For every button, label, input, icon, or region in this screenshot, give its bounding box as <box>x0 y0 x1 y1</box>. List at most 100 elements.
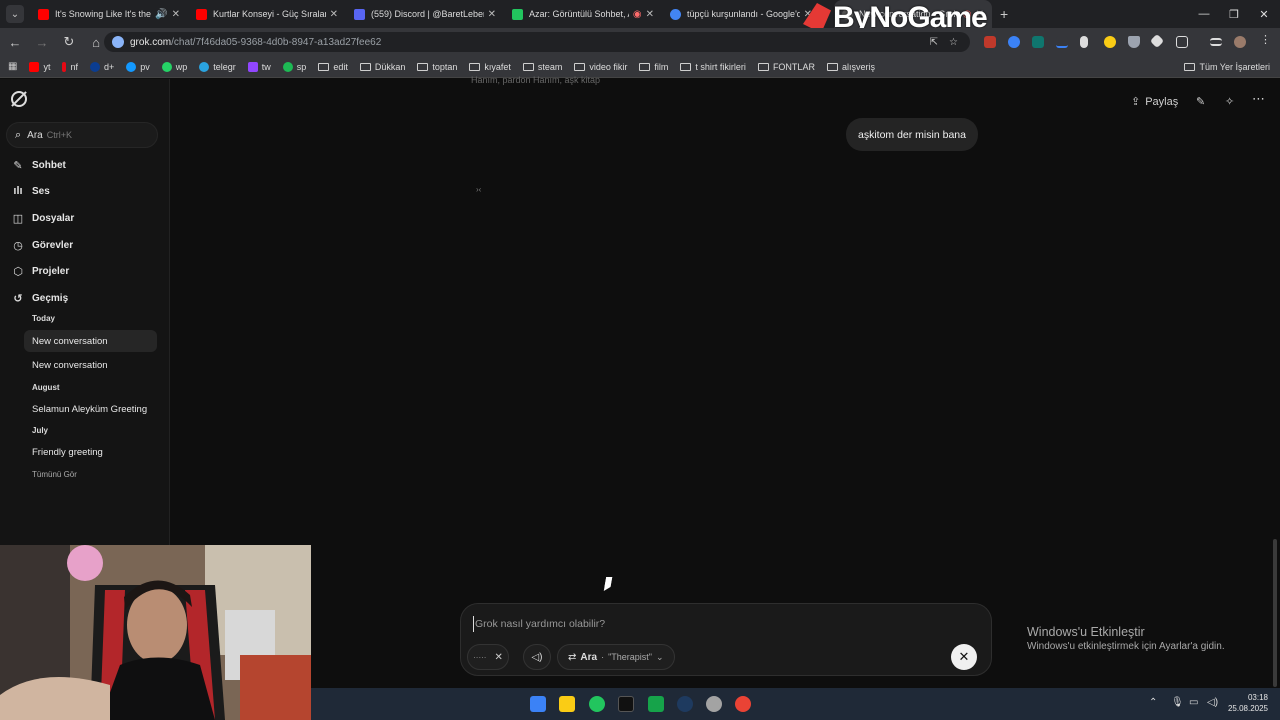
bookmark-star-icon[interactable]: ☆ <box>949 37 958 48</box>
file-explorer-icon[interactable] <box>559 696 575 712</box>
bookmark-folder-tshirt[interactable]: t shirt fikirleri <box>680 62 746 72</box>
files-icon: ◫ <box>12 212 24 225</box>
steam-icon[interactable] <box>677 696 693 712</box>
tab-google[interactable]: tüpçü kurşunlandı - Google'da ✕ <box>662 0 820 28</box>
grok-logo-icon[interactable] <box>11 91 27 107</box>
share-button[interactable]: ⇪ Paylaş <box>1131 95 1178 109</box>
sidebar-item-sohbet[interactable]: ✎ Sohbet <box>12 156 66 174</box>
tab-discord[interactable]: (559) Discord | @BaretLeben ✕ <box>346 0 504 28</box>
all-bookmarks-button[interactable]: Tüm Yer İşaretleri <box>1184 62 1270 72</box>
close-tab-icon[interactable]: ✕ <box>172 9 180 20</box>
history-item[interactable]: Friendly greeting <box>24 441 157 463</box>
speaker-icon: ◁) <box>531 651 543 663</box>
volume-icon[interactable]: ◁) <box>1207 697 1218 708</box>
bookmark-folder-dukkan[interactable]: Dükkan <box>359 62 405 72</box>
site-info-icon[interactable] <box>112 36 124 48</box>
minimize-button[interactable]: — <box>1188 0 1220 28</box>
system-clock[interactable]: 03:18 25.08.2025 <box>1224 692 1268 714</box>
tray-chevron-icon[interactable]: ⌃ <box>1149 697 1157 708</box>
history-icon: ↺ <box>13 292 23 305</box>
bookmark-folder-toptan[interactable]: toptan <box>417 62 457 72</box>
edit-icon[interactable]: ✎ <box>1196 95 1205 108</box>
address-bar[interactable]: grok.com/chat/7f46da05-9368-4d0b-8947-a1… <box>104 32 970 52</box>
extension-icon[interactable] <box>1080 36 1088 48</box>
close-tab-icon[interactable]: ✕ <box>330 9 338 20</box>
microphone-icon[interactable]: 🎙 <box>1171 697 1184 708</box>
scrollbar[interactable] <box>1273 539 1277 687</box>
bookmark-nf[interactable]: nf <box>62 61 78 72</box>
shield-extension-icon[interactable] <box>1128 36 1140 48</box>
extension-icon[interactable] <box>1056 36 1068 48</box>
folder-icon <box>574 62 586 71</box>
bookmark-dplus[interactable]: d+ <box>89 61 114 72</box>
new-tab-button[interactable]: + <box>1000 6 1008 22</box>
tab-azar[interactable]: Azar: Görüntülü Sohbet, Ar ◉ ✕ <box>504 0 662 28</box>
bookmark-wp[interactable]: wp <box>161 61 187 72</box>
extension-icon[interactable] <box>1104 36 1116 48</box>
audio-icon[interactable]: 🔊 <box>155 9 167 20</box>
back-icon[interactable]: ← <box>3 30 27 54</box>
folder-icon <box>826 62 838 71</box>
bookmark-folder-edit[interactable]: edit <box>318 62 348 72</box>
youtube-icon <box>29 61 40 72</box>
extension-icon[interactable] <box>1008 36 1020 48</box>
extensions-puzzle-icon[interactable] <box>1176 36 1188 48</box>
bookmark-yt[interactable]: yt <box>29 61 50 72</box>
tab-search-button[interactable]: ⌄ <box>6 5 24 23</box>
bookmark-folder-fontlar[interactable]: FONTLAR <box>757 62 815 72</box>
tab-menu-icon[interactable] <box>1210 38 1222 46</box>
speaker-button[interactable]: ◁) <box>523 644 551 670</box>
search-icon: ⌕ <box>15 128 22 141</box>
see-all-history-link[interactable]: Tümünü Gör <box>32 470 77 479</box>
app-icon[interactable] <box>589 696 605 712</box>
app-icon[interactable] <box>618 696 634 712</box>
restore-button[interactable]: ❐ <box>1218 0 1250 28</box>
close-window-button[interactable]: ✕ <box>1248 0 1280 28</box>
sidebar-item-dosyalar[interactable]: ◫ Dosyalar <box>12 209 74 227</box>
folder-icon <box>680 62 692 71</box>
bookmark-folder-alisveris[interactable]: alışveriş <box>826 62 875 72</box>
install-app-icon[interactable]: ⇱ <box>930 37 938 48</box>
history-item[interactable]: Selamun Aleyküm Greeting <box>24 398 157 420</box>
bookmark-sp[interactable]: sp <box>282 61 306 72</box>
windows-start-icon[interactable] <box>530 696 546 712</box>
sidebar-item-ses[interactable]: ılı Ses <box>12 182 49 200</box>
bookmark-folder-film[interactable]: film <box>639 62 668 72</box>
more-menu-icon[interactable]: ⋮ <box>1260 33 1272 46</box>
tab-kurtlar[interactable]: Kurtlar Konseyi - Güç Sıralamas ✕ <box>188 0 346 28</box>
tab-youtube-snowing[interactable]: It's Snowing Like It's the En 🔊 ✕ <box>30 0 188 28</box>
forward-icon[interactable]: → <box>30 30 54 54</box>
mic-muted-icon[interactable]: ✕ <box>494 652 502 663</box>
profile-avatar[interactable] <box>1234 36 1246 48</box>
sidebar-item-gecmis[interactable]: ↺ Geçmiş <box>12 289 68 307</box>
reload-icon[interactable]: ↻ <box>57 30 81 54</box>
bookmark-telegr[interactable]: telegr <box>199 61 236 72</box>
chrome-icon[interactable] <box>735 696 751 712</box>
bookmark-folder-video-fikir[interactable]: video fikir <box>574 62 627 72</box>
close-tab-icon[interactable]: ✕ <box>646 9 654 20</box>
adblock-extension-icon[interactable] <box>984 36 996 48</box>
bookmark-folder-steam[interactable]: steam <box>522 62 562 72</box>
telegram-icon <box>199 61 210 72</box>
sidebar-item-gorevler[interactable]: ◷ Görevler <box>12 236 73 254</box>
bookmark-folder-kiyafet[interactable]: kıyafet <box>469 62 511 72</box>
app-icon[interactable] <box>706 696 722 712</box>
history-item[interactable]: New conversation <box>24 354 157 376</box>
pin-icon[interactable]: ✧ <box>1225 95 1234 108</box>
more-options-icon[interactable]: ⋯ <box>1252 91 1265 107</box>
xbox-icon[interactable] <box>648 696 664 712</box>
mode-selector[interactable]: ⇄ Ara · "Therapist" ⌄ <box>557 644 675 670</box>
sidebar-item-projeler[interactable]: ⬡ Projeler <box>12 262 69 280</box>
apps-grid-icon[interactable]: ▦ <box>8 61 17 72</box>
close-voice-button[interactable]: ✕ <box>951 644 977 670</box>
bookmark-pv[interactable]: pv <box>126 61 150 72</box>
chevron-down-icon: ⌄ <box>655 651 664 662</box>
bookmark-tw[interactable]: tw <box>247 61 271 72</box>
close-tab-icon[interactable]: ✕ <box>488 9 496 20</box>
chat-input[interactable] <box>473 616 973 632</box>
history-item[interactable]: New conversation <box>24 330 157 352</box>
search-button[interactable]: ⌕ Ara Ctrl+K <box>6 122 158 148</box>
recording-icon: ◉ <box>632 8 642 20</box>
monitor-icon[interactable]: ▭ <box>1189 697 1198 708</box>
extension-icon[interactable] <box>1032 36 1044 48</box>
